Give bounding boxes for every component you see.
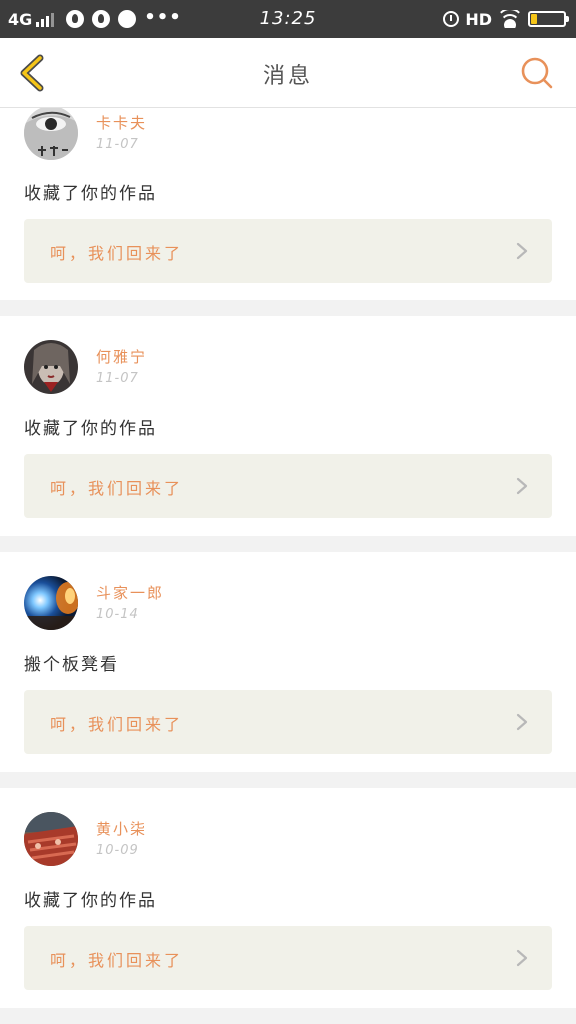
hd-indicator: HD bbox=[465, 9, 492, 29]
message-date: 11-07 bbox=[96, 137, 139, 152]
message-card: 卡卡夫 11-07 收藏了你的作品 呵，我们回来了 bbox=[0, 106, 576, 300]
message-feed: 卡卡夫 11-07 收藏了你的作品 呵，我们回来了 何雅宁 11-07 收藏了你… bbox=[0, 106, 576, 1024]
message-card: 黄小柒 10-09 收藏了你的作品 呵，我们回来了 bbox=[0, 788, 576, 1008]
username[interactable]: 何雅宁 bbox=[96, 346, 147, 367]
referenced-work-title: 呵，我们回来了 bbox=[50, 715, 184, 734]
referenced-work-title: 呵，我们回来了 bbox=[50, 244, 184, 263]
battery-icon bbox=[528, 11, 569, 27]
chevron-right-icon bbox=[516, 713, 528, 731]
search-icon bbox=[521, 57, 553, 89]
username[interactable]: 黄小柒 bbox=[96, 818, 147, 839]
referenced-work[interactable]: 呵，我们回来了 bbox=[24, 454, 552, 518]
wifi-icon bbox=[498, 10, 522, 28]
chevron-right-icon bbox=[516, 242, 528, 260]
status-bar: 4G ••• 13:25 HD bbox=[0, 0, 576, 38]
chevron-right-icon bbox=[516, 477, 528, 495]
message-card: 斗家一郎 10-14 搬个板凳看 呵，我们回来了 bbox=[0, 552, 576, 772]
avatar-portrait-image bbox=[24, 340, 78, 394]
chevron-right-icon bbox=[516, 949, 528, 967]
message-card: 何雅宁 11-07 收藏了你的作品 呵，我们回来了 bbox=[0, 316, 576, 536]
referenced-work[interactable]: 呵，我们回来了 bbox=[24, 690, 552, 754]
username[interactable]: 卡卡夫 bbox=[96, 112, 147, 133]
status-right: HD bbox=[443, 8, 569, 30]
referenced-work-title: 呵，我们回来了 bbox=[50, 951, 184, 970]
avatar-light-image bbox=[24, 576, 78, 630]
referenced-work-title: 呵，我们回来了 bbox=[50, 479, 184, 498]
avatar-eye-image bbox=[24, 106, 78, 160]
avatar[interactable] bbox=[24, 106, 78, 160]
message-date: 10-09 bbox=[96, 843, 139, 858]
avatar[interactable] bbox=[24, 340, 78, 394]
username[interactable]: 斗家一郎 bbox=[96, 582, 164, 603]
message-date: 10-14 bbox=[96, 607, 139, 622]
message-text: 收藏了你的作品 bbox=[24, 419, 157, 439]
message-date: 11-07 bbox=[96, 371, 139, 386]
avatar[interactable] bbox=[24, 576, 78, 630]
message-text: 收藏了你的作品 bbox=[24, 184, 157, 204]
app-header: 消息 bbox=[0, 38, 576, 108]
avatar[interactable] bbox=[24, 812, 78, 866]
referenced-work[interactable]: 呵，我们回来了 bbox=[24, 926, 552, 990]
page-title: 消息 bbox=[262, 64, 313, 89]
message-text: 搬个板凳看 bbox=[24, 655, 119, 675]
avatar-scene-image bbox=[24, 812, 78, 866]
alarm-icon bbox=[443, 11, 460, 27]
search-button[interactable] bbox=[520, 56, 554, 90]
referenced-work[interactable]: 呵，我们回来了 bbox=[24, 219, 552, 283]
message-text: 收藏了你的作品 bbox=[24, 891, 157, 911]
